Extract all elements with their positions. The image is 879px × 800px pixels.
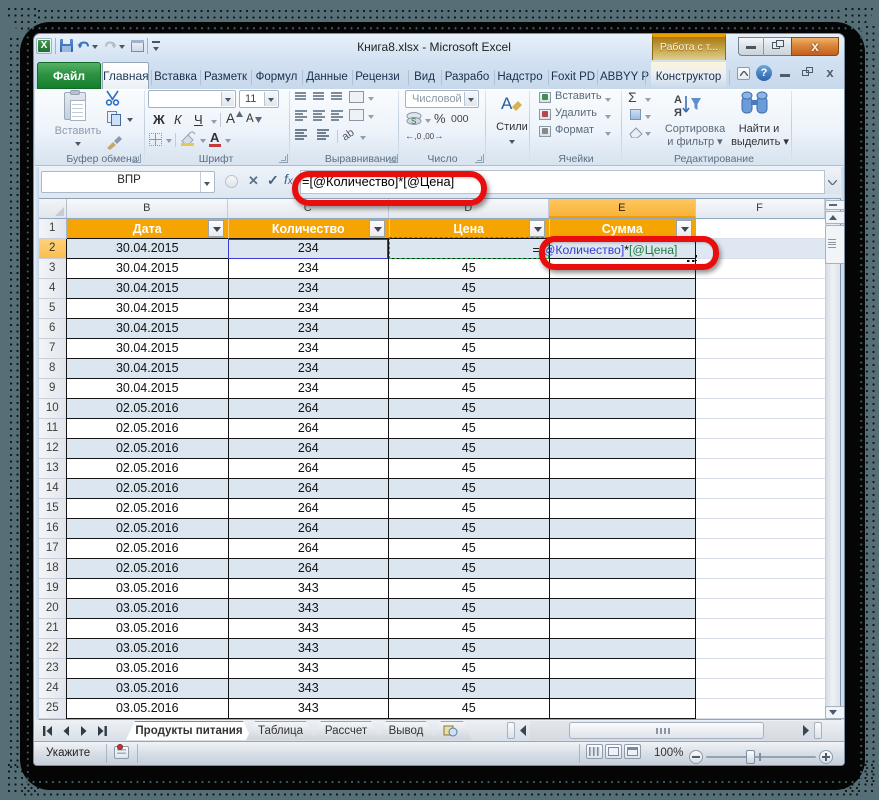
svg-text:А: А — [501, 94, 513, 113]
svg-text:А: А — [674, 94, 682, 106]
svg-text:S: S — [411, 117, 416, 126]
svg-text:Я: Я — [674, 107, 682, 119]
